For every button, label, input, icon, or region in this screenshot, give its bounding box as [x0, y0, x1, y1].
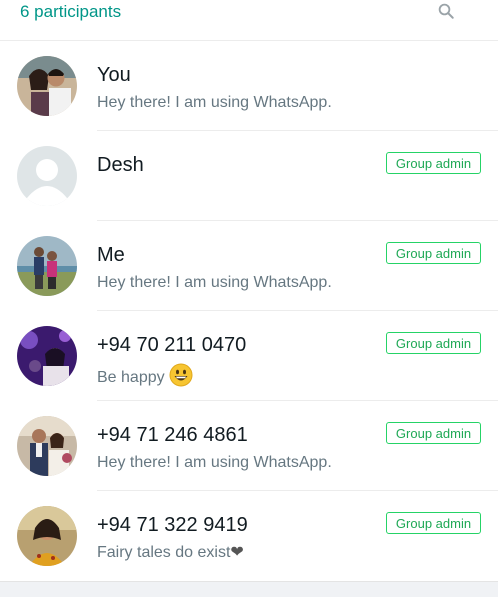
participant-row[interactable]: +94 71 322 9419 Fairy tales do exist❤ Gr… [0, 491, 498, 581]
heart-icon: ❤ [230, 544, 244, 561]
avatar [17, 56, 77, 116]
participant-name: You [97, 64, 131, 86]
participant-about: Hey there! I am using WhatsApp. [97, 274, 332, 291]
avatar [17, 506, 77, 566]
search-button[interactable] [434, 0, 458, 22]
participant-row[interactable]: Desh Group admin [0, 131, 498, 221]
participant-name: Me [97, 244, 125, 266]
participant-about-text: Be happy [97, 369, 165, 387]
participant-name: +94 71 322 9419 [97, 514, 248, 536]
participants-list: You Hey there! I am using WhatsApp. Desh… [0, 41, 498, 581]
group-admin-badge: Group admin [386, 242, 481, 264]
participant-row[interactable]: +94 70 211 0470 Be happy Group admin [0, 311, 498, 401]
participant-name: +94 71 246 4861 [97, 424, 248, 446]
participant-row[interactable]: +94 71 246 4861 Hey there! I am using Wh… [0, 401, 498, 491]
group-admin-badge: Group admin [386, 152, 481, 174]
grinning-face-emoji-icon [169, 363, 193, 393]
participants-count-title: 6 participants [20, 2, 122, 21]
group-admin-badge: Group admin [386, 512, 481, 534]
avatar [17, 416, 77, 476]
avatar [17, 326, 77, 386]
participant-name: +94 70 211 0470 [97, 334, 247, 356]
panel-footer [0, 581, 498, 597]
participant-about: Hey there! I am using WhatsApp. [97, 454, 332, 471]
participant-about: Fairy tales do exist❤ [97, 543, 244, 563]
participant-about: Hey there! I am using WhatsApp. [97, 94, 332, 111]
search-icon [438, 3, 454, 19]
participant-row[interactable]: You Hey there! I am using WhatsApp. [0, 41, 498, 131]
participant-about: Be happy [97, 363, 193, 393]
avatar [17, 236, 77, 296]
participants-header: 6 participants [0, 0, 498, 41]
default-avatar-icon [17, 146, 77, 206]
group-admin-badge: Group admin [386, 422, 481, 444]
participant-about-text: Fairy tales do exist [97, 544, 231, 561]
participant-name: Desh [97, 154, 144, 176]
group-admin-badge: Group admin [386, 332, 481, 354]
participant-row[interactable]: Me Hey there! I am using WhatsApp. Group… [0, 221, 498, 311]
